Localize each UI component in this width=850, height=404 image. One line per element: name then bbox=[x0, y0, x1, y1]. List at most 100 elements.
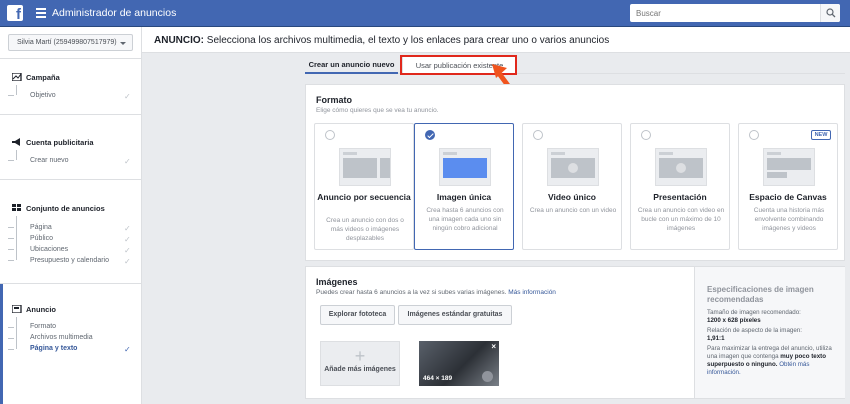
tree-line bbox=[16, 85, 17, 95]
images-desc-text: Puedes crear hasta 6 anuncios a la vez s… bbox=[316, 289, 507, 296]
format-card-title: Presentación bbox=[653, 192, 707, 202]
account-label: Silvia Martí (259499807517979) bbox=[17, 39, 117, 46]
tree-tick bbox=[8, 349, 14, 350]
video-preview-icon bbox=[547, 148, 599, 186]
page-title-text: Selecciona los archivos multimedia, el t… bbox=[204, 35, 610, 46]
canvas-preview-icon bbox=[763, 148, 815, 186]
format-card-desc: Crea hasta 6 anuncios con una imagen cad… bbox=[426, 207, 504, 232]
sidebar-item-media[interactable]: Archivos multimedia bbox=[30, 334, 93, 341]
check-icon: ✓ bbox=[124, 235, 131, 244]
image-specs-panel: Especificaciones de imagen recomendadas … bbox=[694, 267, 845, 398]
sidebar-divider bbox=[0, 283, 142, 284]
tree-tick bbox=[8, 238, 14, 239]
crop-icon[interactable] bbox=[482, 371, 493, 382]
sidebar-section-campaign[interactable]: Campaña bbox=[11, 72, 60, 82]
sidebar-item-create-new[interactable]: Crear nuevo bbox=[30, 157, 69, 164]
format-card-title: Imagen única bbox=[436, 192, 492, 202]
check-icon: ✓ bbox=[124, 157, 131, 166]
tree-tick bbox=[8, 160, 14, 161]
sidebar-section-title: Anuncio bbox=[26, 305, 56, 314]
sidebar-section-ad-account[interactable]: Cuenta publicitaria bbox=[12, 138, 94, 147]
page-title-prefix: ANUNCIO: bbox=[154, 35, 204, 46]
radio-button[interactable] bbox=[533, 130, 543, 140]
check-icon: ✓ bbox=[124, 224, 131, 233]
images-description: Puedes crear hasta 6 anuncios a la vez s… bbox=[316, 289, 556, 296]
search-button[interactable] bbox=[820, 4, 840, 22]
chevron-down-icon bbox=[120, 42, 126, 45]
format-card-desc: Crea un anuncio con un video bbox=[529, 207, 617, 214]
ad-icon bbox=[11, 304, 22, 314]
radio-button-checked[interactable] bbox=[425, 130, 435, 140]
carousel-preview-icon bbox=[339, 148, 391, 186]
format-card-title: Anuncio por secuencia bbox=[317, 192, 411, 202]
tree-tick bbox=[8, 327, 14, 328]
format-card-title: Espacio de Canvas bbox=[749, 192, 827, 202]
check-icon: ✓ bbox=[124, 345, 131, 354]
specs-size: Tamaño de imagen recomendado: 1200 x 628… bbox=[707, 309, 837, 325]
close-icon[interactable]: × bbox=[491, 342, 496, 351]
app-title: Administrador de anuncios bbox=[52, 7, 177, 19]
format-card-single-video[interactable]: Video único Crea un anuncio con un video bbox=[522, 123, 622, 250]
images-panel: Imágenes Puedes crear hasta 6 anuncios a… bbox=[305, 266, 845, 399]
uploaded-image-thumbnail[interactable]: × 464 × 189 bbox=[419, 341, 499, 386]
sidebar-item-placements[interactable]: Ubicaciones bbox=[30, 246, 68, 253]
facebook-logo-icon[interactable]: f bbox=[7, 5, 23, 23]
radio-button[interactable] bbox=[325, 130, 335, 140]
active-section-indicator bbox=[0, 284, 3, 404]
page-title: ANUNCIO: Selecciona los archivos multime… bbox=[142, 27, 850, 53]
specs-ratio: Relación de aspecto de la imagen: 1,91:1 bbox=[707, 327, 837, 343]
format-card-desc: Crea un anuncio con dos o más videos o i… bbox=[326, 217, 404, 242]
add-more-images-button[interactable]: + Añade más imágenes bbox=[320, 341, 400, 386]
tab-bar: Crear un anuncio nuevo Usar publicación … bbox=[305, 55, 845, 74]
sidebar-item-page[interactable]: Página bbox=[30, 224, 52, 231]
sidebar-section-ad-set[interactable]: Conjunto de anuncios bbox=[12, 204, 105, 213]
account-selector[interactable]: Silvia Martí (259499807517979) bbox=[8, 34, 133, 51]
free-stock-images-button[interactable]: Imágenes estándar gratuitas bbox=[398, 305, 512, 325]
format-card-desc: Crea un anuncio con video en bucle con u… bbox=[637, 207, 725, 232]
sidebar-section-title: Conjunto de anuncios bbox=[26, 204, 105, 213]
tree-tick bbox=[8, 95, 14, 96]
specs-title: Especificaciones de imagen recomendadas bbox=[707, 285, 814, 304]
image-size-label: 464 × 189 bbox=[423, 375, 453, 382]
add-images-label: Añade más imágenes bbox=[324, 366, 396, 373]
format-card-single-image[interactable]: Imagen única Crea hasta 6 anuncios con u… bbox=[414, 123, 514, 250]
tree-line bbox=[16, 150, 17, 160]
menu-icon[interactable] bbox=[36, 8, 46, 18]
sidebar-item-objective[interactable]: Objetivo bbox=[30, 92, 56, 99]
grid-icon bbox=[12, 204, 22, 212]
sidebar-item-budget-schedule[interactable]: Presupuesto y calendario bbox=[30, 257, 109, 264]
tree-tick bbox=[8, 249, 14, 250]
browse-library-button[interactable]: Explorar fototeca bbox=[320, 305, 395, 325]
megaphone-icon bbox=[12, 138, 22, 146]
sidebar-divider bbox=[0, 58, 142, 59]
images-title: Imágenes bbox=[316, 277, 358, 287]
sidebar-section-title: Campaña bbox=[26, 73, 60, 82]
format-card-carousel[interactable]: Anuncio por secuencia Crea un anuncio co… bbox=[314, 123, 414, 250]
specs-tip: Para maximizar la entrega del anuncio, u… bbox=[707, 345, 837, 377]
format-card-slideshow[interactable]: Presentación Crea un anuncio con video e… bbox=[630, 123, 730, 250]
specs-ratio-value: 1,91:1 bbox=[707, 335, 725, 342]
check-icon: ✓ bbox=[124, 257, 131, 266]
more-info-link[interactable]: Más información bbox=[508, 289, 556, 296]
chart-icon bbox=[11, 72, 22, 82]
slideshow-preview-icon bbox=[655, 148, 707, 186]
search-input[interactable] bbox=[630, 4, 818, 22]
check-icon: ✓ bbox=[124, 92, 131, 101]
top-bar: f Administrador de anuncios bbox=[0, 0, 850, 27]
format-card-canvas[interactable]: NEW Espacio de Canvas Cuenta una histori… bbox=[738, 123, 838, 250]
radio-button[interactable] bbox=[641, 130, 651, 140]
sidebar-section-ad[interactable]: Anuncio bbox=[11, 304, 56, 314]
tree-line bbox=[16, 216, 17, 260]
sidebar-section-title: Cuenta publicitaria bbox=[26, 138, 94, 147]
sidebar-item-audience[interactable]: Público bbox=[30, 235, 53, 242]
specs-size-label: Tamaño de imagen recomendado: bbox=[707, 309, 801, 316]
sidebar-item-format[interactable]: Formato bbox=[30, 323, 56, 330]
radio-button[interactable] bbox=[749, 130, 759, 140]
search-box bbox=[630, 4, 840, 22]
sidebar-item-page-text[interactable]: Página y texto bbox=[30, 345, 77, 352]
specs-size-value: 1200 x 628 píxeles bbox=[707, 317, 761, 324]
tree-tick bbox=[8, 338, 14, 339]
sidebar-divider bbox=[0, 179, 142, 180]
format-card-desc: Cuenta una historia más envolvente combi… bbox=[753, 207, 825, 232]
tab-create-new-ad[interactable]: Crear un anuncio nuevo bbox=[305, 55, 398, 74]
